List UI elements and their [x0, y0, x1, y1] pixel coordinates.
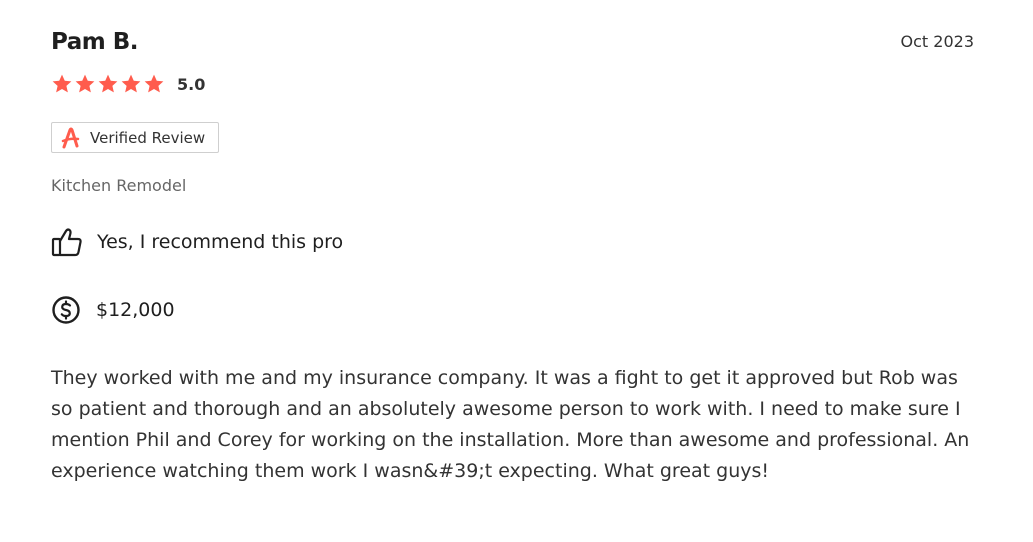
recommendation-label: Yes, I recommend this pro	[97, 231, 344, 253]
review-body: They worked with me and my insurance com…	[51, 367, 970, 482]
reviewer-name: Pam B.	[51, 29, 139, 55]
verified-review-badge: Verified Review	[51, 122, 219, 153]
review-date: Oct 2023	[900, 32, 974, 51]
angi-logo-icon	[61, 127, 80, 148]
service-type: Kitchen Remodel	[51, 176, 187, 195]
thumbs-up-icon	[51, 228, 82, 257]
cost-row: $12,000	[51, 295, 175, 325]
verified-review-label: Verified Review	[90, 128, 206, 147]
recommendation-row: Yes, I recommend this pro	[51, 226, 343, 258]
star-icon	[121, 74, 141, 93]
star-icon	[144, 74, 164, 93]
rating-row: 5.0	[51, 72, 205, 96]
dollar-circle-icon	[52, 296, 80, 324]
star-rating	[51, 73, 165, 95]
star-icon	[75, 74, 95, 93]
project-cost: $12,000	[96, 299, 175, 321]
star-icon	[98, 74, 118, 93]
star-icon	[52, 74, 72, 93]
rating-value: 5.0	[177, 74, 206, 94]
